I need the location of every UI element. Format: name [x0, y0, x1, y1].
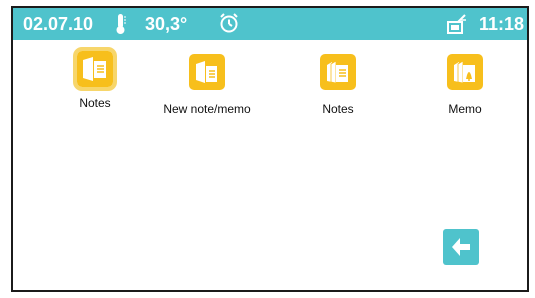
app-notes-list[interactable]: Notes	[283, 54, 393, 116]
status-bar: 02.07.10 30,3° 11:18	[13, 8, 527, 40]
app-label: Notes	[79, 96, 111, 110]
network-device-icon	[446, 13, 468, 40]
back-button[interactable]	[443, 229, 479, 265]
app-label: New note/memo	[163, 102, 251, 116]
app-label: Memo	[448, 102, 482, 116]
status-temperature: 30,3°	[145, 14, 188, 34]
app-label: Notes	[322, 102, 354, 116]
back-arrow-icon	[452, 238, 470, 256]
alarm-clock-icon[interactable]	[218, 12, 240, 39]
app-new-note-memo[interactable]: New note/memo	[152, 54, 262, 116]
app-memo[interactable]: Memo	[410, 54, 520, 116]
new-note-icon	[189, 54, 225, 90]
thermometer-icon	[115, 13, 127, 40]
memo-stack-icon	[447, 54, 483, 90]
device-screen: 02.07.10 30,3° 11:18 Notes New note/memo…	[11, 6, 529, 292]
app-notes[interactable]: Notes	[40, 47, 150, 110]
status-date: 02.07.10	[23, 14, 94, 34]
notes-stack-icon	[320, 54, 356, 90]
notes-icon	[73, 47, 117, 91]
status-time: 11:18	[479, 14, 525, 34]
